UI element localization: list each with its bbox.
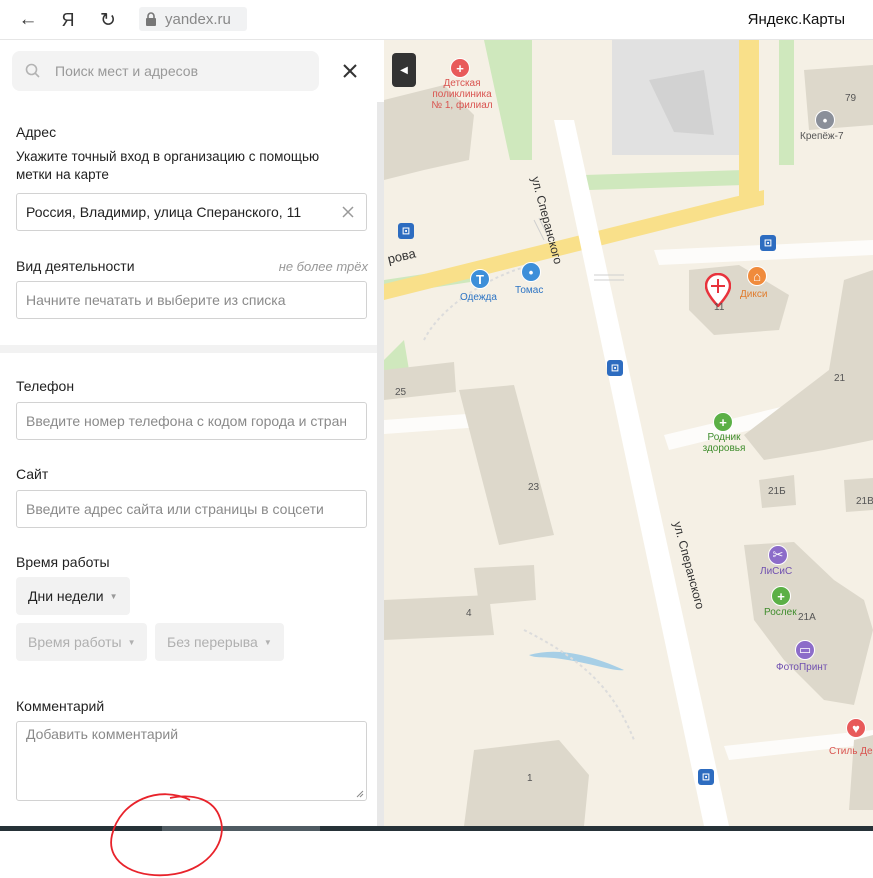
- hours-select-label: Время работы: [28, 634, 122, 650]
- pet-shop-icon[interactable]: •: [521, 262, 541, 282]
- site-field[interactable]: [16, 490, 367, 528]
- bus-stop-icon[interactable]: ⊡: [398, 223, 414, 239]
- activity-limit-note: не более трёх: [278, 259, 368, 274]
- page-title: Яндекс.Карты: [747, 11, 845, 28]
- building: [459, 385, 554, 545]
- poi-label-odezhda: Одежда: [460, 292, 497, 303]
- map-canvas[interactable]: [384, 40, 873, 826]
- browser-bar: ← Я ↻ yandex.ru Яндекс.Карты: [0, 0, 873, 40]
- poi-label-stil: Стиль Де: [829, 746, 873, 757]
- salon-icon[interactable]: ♥: [846, 718, 866, 738]
- address-field[interactable]: [16, 193, 367, 231]
- clothes-icon[interactable]: T: [470, 269, 490, 289]
- green-area: [584, 170, 744, 190]
- poi-label-roslek: Рослек: [764, 607, 797, 618]
- site-label: Сайт: [16, 466, 49, 482]
- poi-label-diksi: Дикси: [740, 289, 768, 300]
- photo-print-icon[interactable]: ▭: [795, 640, 815, 660]
- panel-scrollbar[interactable]: [377, 102, 384, 826]
- resize-handle-icon[interactable]: [356, 790, 364, 798]
- hardware-store-icon[interactable]: •: [815, 110, 835, 130]
- pharmacy-icon[interactable]: +: [713, 412, 733, 432]
- bottom-strip: [0, 826, 873, 831]
- collapse-panel-button[interactable]: ◀: [392, 53, 416, 87]
- poi-label-fotoprint: ФотоПринт: [776, 662, 828, 673]
- back-arrow-icon[interactable]: ←: [16, 8, 40, 32]
- house-number: 23: [528, 482, 540, 493]
- days-select-label: Дни недели: [28, 588, 104, 604]
- building: [689, 265, 789, 335]
- comment-field[interactable]: [16, 721, 367, 801]
- house-number: 21: [834, 373, 846, 384]
- address-hint: Укажите точный вход в организацию с помо…: [16, 149, 320, 182]
- close-icon: [343, 64, 357, 78]
- house-number: 79: [845, 93, 857, 104]
- site-input[interactable]: [26, 491, 346, 527]
- bottom-strip-highlight: [162, 826, 320, 831]
- address-input[interactable]: [26, 194, 346, 230]
- building: [384, 595, 494, 640]
- reload-icon[interactable]: ↻: [96, 8, 120, 32]
- break-select-label: Без перерыва: [167, 634, 258, 650]
- phone-label: Телефон: [16, 378, 75, 394]
- house-number: 21В: [856, 496, 873, 507]
- green-area: [779, 40, 794, 165]
- search-input[interactable]: [55, 51, 305, 91]
- search-icon: [25, 63, 40, 78]
- house-number: 21Б: [768, 486, 786, 497]
- scissors-icon[interactable]: ✂: [768, 545, 788, 565]
- house-number: 1: [527, 773, 533, 784]
- activity-input[interactable]: [26, 282, 346, 318]
- hours-select[interactable]: Время работы ▼: [16, 623, 148, 661]
- activity-field[interactable]: [16, 281, 367, 319]
- hours-label: Время работы: [16, 554, 110, 570]
- comment-label: Комментарий: [16, 698, 105, 714]
- close-button[interactable]: [336, 57, 364, 85]
- chevron-down-icon: ▼: [263, 637, 272, 647]
- chevron-down-icon: ▼: [109, 591, 118, 601]
- pharmacy-icon[interactable]: +: [771, 586, 791, 606]
- address-bar[interactable]: yandex.ru: [139, 7, 247, 31]
- house-number: 25: [395, 387, 407, 398]
- phone-field[interactable]: [16, 402, 367, 440]
- clear-icon[interactable]: [342, 206, 354, 218]
- shop-icon[interactable]: ⌂: [747, 266, 767, 286]
- map[interactable]: ул. Сперанского ул. Сперанского рова ⊡ ⊡…: [384, 40, 873, 826]
- section-divider: [0, 345, 377, 353]
- address-label: Адрес: [16, 124, 57, 140]
- phone-input[interactable]: [26, 403, 346, 439]
- poi-label-rodnik: Родник здоровья: [702, 432, 746, 454]
- activity-label: Вид деятельности: [16, 258, 135, 274]
- yandex-logo-icon[interactable]: Я: [56, 8, 80, 32]
- poi-label-krepezh: Крепёж-7: [800, 131, 844, 142]
- search-box[interactable]: [12, 51, 319, 91]
- house-number: 11: [714, 302, 725, 313]
- add-organization-panel: Адрес Укажите точный вход в организацию …: [0, 40, 384, 826]
- days-select[interactable]: Дни недели ▼: [16, 577, 130, 615]
- poi-label-clinic: Детская поликлиника № 1, филиал: [431, 78, 493, 111]
- house-number: 4: [466, 608, 472, 619]
- clinic-icon[interactable]: +: [450, 58, 470, 78]
- poi-label-lisis: ЛиСиС: [760, 566, 793, 577]
- house-number: 21А: [798, 612, 816, 623]
- lock-icon: [146, 12, 156, 26]
- bus-stop-icon[interactable]: ⊡: [760, 235, 776, 251]
- poi-label-tomas: Томас: [515, 285, 544, 296]
- bus-stop-icon[interactable]: ⊡: [607, 360, 623, 376]
- comment-textarea[interactable]: [26, 726, 346, 796]
- footpath: [523, 629, 635, 741]
- break-select[interactable]: Без перерыва ▼: [155, 623, 284, 661]
- url-text: yandex.ru: [165, 10, 231, 28]
- bus-stop-icon[interactable]: ⊡: [698, 769, 714, 785]
- main-road: [739, 40, 759, 210]
- chevron-down-icon: ▼: [127, 637, 136, 647]
